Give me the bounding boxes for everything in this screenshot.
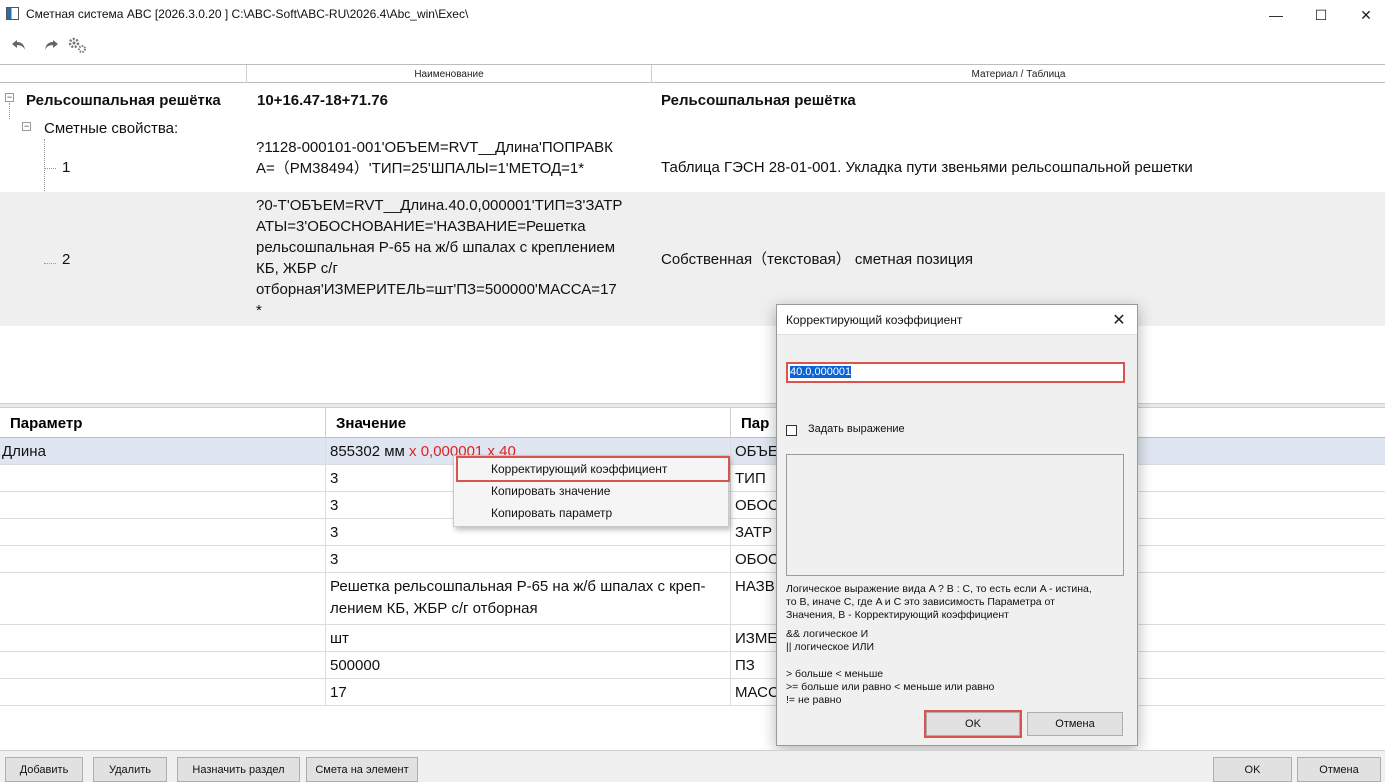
maximize-button[interactable]: ☐ xyxy=(1298,0,1344,30)
ok-button[interactable]: OK xyxy=(1213,757,1292,782)
column-header-name[interactable]: Наименование xyxy=(247,65,652,83)
close-window-button[interactable]: ✕ xyxy=(1343,0,1385,30)
dialog-title: Корректирующий коэффициент xyxy=(786,313,963,327)
undo-icon[interactable] xyxy=(8,34,30,56)
correction-coefficient-dialog: Корректирующий коэффициент ✕ 40.0,000001… xyxy=(776,304,1138,746)
context-menu: Корректирующий коэффициент Копировать зн… xyxy=(453,455,730,527)
tree-item-name: ?1128-000101-001'ОБЪЕМ=RVT__Длина'ПОПРАВ… xyxy=(256,139,613,177)
tree-root-name: 10+16.47-18+71.76 xyxy=(257,92,388,109)
toolbar xyxy=(0,30,1385,62)
dialog-title-bar: Корректирующий коэффициент ✕ xyxy=(777,305,1137,335)
help-text: > больше < меньше xyxy=(786,668,884,680)
tree-item-index[interactable]: 2 xyxy=(62,249,70,270)
tree-item-name: ?0-Т'ОБЪЕМ=RVT__Длина.40.0,000001'ТИП=3'… xyxy=(256,197,623,319)
tree-root-label[interactable]: Рельсошпальная решётка xyxy=(26,90,221,111)
tree-item-index[interactable]: 1 xyxy=(62,157,70,178)
cell-param: Длина xyxy=(0,438,326,464)
table-row[interactable]: 500000 ПЗ xyxy=(0,652,1385,679)
column-header-value[interactable]: Значение xyxy=(326,408,731,438)
help-text: || логическое ИЛИ xyxy=(786,641,875,653)
dialog-ok-button[interactable]: OK xyxy=(924,710,1022,738)
table-row[interactable]: 17 МАСС xyxy=(0,679,1385,706)
title-bar: Сметная система ABC [2026.3.0.20 ] C:\AB… xyxy=(0,0,1385,30)
grid-header: Параметр Значение Пар xyxy=(0,408,1385,438)
expression-checkbox[interactable] xyxy=(786,425,797,436)
settings-icon[interactable] xyxy=(66,34,88,56)
tree-root-material: Рельсошпальная решётка xyxy=(661,92,856,109)
estimate-for-element-button[interactable]: Смета на элемент xyxy=(306,757,418,782)
expression-checkbox-label[interactable]: Задать выражение xyxy=(808,423,905,435)
cell-value: шт xyxy=(326,625,731,651)
menu-item-copy-parameter[interactable]: Копировать параметр xyxy=(454,502,728,524)
help-text: Логическое выражение вида A ? B : C, то … xyxy=(786,583,1092,595)
collapse-group-icon[interactable]: − xyxy=(22,122,31,131)
menu-item-copy-value[interactable]: Копировать значение xyxy=(454,480,728,502)
cell-value: Решетка рельсошпальная Р-65 на ж/б шпала… xyxy=(326,573,731,624)
tree-item-material: Таблица ГЭСН 28-01-001. Укладка пути зве… xyxy=(661,159,1193,176)
cancel-button[interactable]: Отмена xyxy=(1297,757,1381,782)
window-title: Сметная система ABC [2026.3.0.20 ] C:\AB… xyxy=(26,7,469,21)
close-icon[interactable]: ✕ xyxy=(1107,308,1131,332)
help-text: то B, иначе C, где A и C это зависимость… xyxy=(786,596,1055,608)
delete-button[interactable]: Удалить xyxy=(93,757,167,782)
assign-section-button[interactable]: Назначить раздел xyxy=(177,757,300,782)
dialog-cancel-button[interactable]: Отмена xyxy=(1027,712,1123,736)
menu-item-correction-coefficient[interactable]: Корректирующий коэффициент xyxy=(456,456,730,482)
help-text: >= больше или равно < меньше или равно xyxy=(786,681,995,693)
cell-value: 17 xyxy=(326,679,731,705)
table-row[interactable]: шт ИЗМЕ xyxy=(0,625,1385,652)
app-icon xyxy=(6,7,19,20)
column-header-material[interactable]: Материал / Таблица xyxy=(652,65,1385,83)
tree-column-blank xyxy=(0,65,247,83)
add-button[interactable]: Добавить xyxy=(5,757,83,782)
expression-textarea[interactable] xyxy=(786,454,1124,576)
help-text: Значения, B - Корректирующий коэффициент xyxy=(786,609,1009,621)
redo-icon[interactable] xyxy=(40,34,62,56)
tree-header: Наименование Материал / Таблица xyxy=(0,64,1385,83)
help-text: && логическое И xyxy=(786,628,869,640)
help-text: != не равно xyxy=(786,694,842,706)
tree-group-label[interactable]: Сметные свойства: xyxy=(44,118,178,139)
column-header-param[interactable]: Параметр xyxy=(0,408,326,438)
parameters-grid: Параметр Значение Пар Длина 855302 мм x … xyxy=(0,408,1385,708)
minimize-button[interactable]: — xyxy=(1253,0,1299,30)
collapse-root-icon[interactable]: − xyxy=(5,93,14,102)
coefficient-input[interactable]: 40.0,000001 xyxy=(786,362,1125,383)
table-row[interactable]: Решетка рельсошпальная Р-65 на ж/б шпала… xyxy=(0,573,1385,625)
cell-value: 3 xyxy=(326,546,731,572)
tree-item-material: Собственная（текстовая） сметная позиция xyxy=(661,251,973,268)
table-row[interactable]: 3 ОБОС xyxy=(0,546,1385,573)
tree-view: − Рельсошпальная решётка 10+16.47-18+71.… xyxy=(0,83,1385,403)
cell-value: 500000 xyxy=(326,652,731,678)
